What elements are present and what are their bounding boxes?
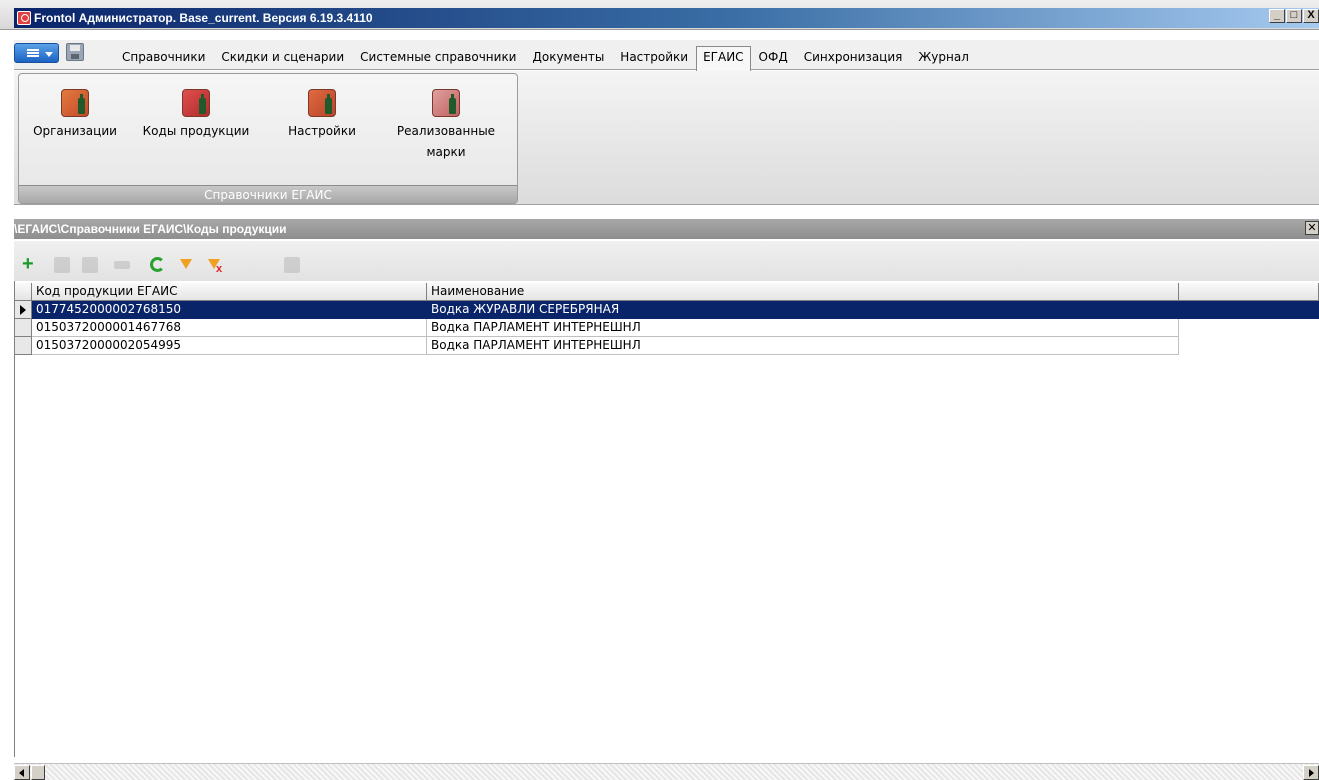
row-indicator bbox=[15, 301, 32, 319]
ribbon-group-egais-directories: Организации Коды продукции Настройки Реа… bbox=[18, 73, 518, 204]
tab-sync[interactable]: Синхронизация bbox=[796, 47, 911, 71]
tab-settings[interactable]: Настройки bbox=[612, 47, 696, 71]
settings-button[interactable]: Настройки bbox=[277, 89, 367, 142]
title-bar: Frontol Администратор. Base_current. Вер… bbox=[0, 0, 1319, 30]
ribbon-tabs: Справочники Скидки и сценарии Системные … bbox=[114, 45, 977, 72]
app-icon bbox=[17, 11, 31, 25]
product-codes-icon bbox=[182, 89, 210, 117]
refresh-icon[interactable] bbox=[150, 257, 165, 272]
ribbon-group-label: Справочники ЕГАИС bbox=[19, 185, 517, 203]
app-menu-button[interactable] bbox=[14, 43, 59, 63]
save-icon[interactable] bbox=[66, 43, 84, 61]
breadcrumb: \ЕГАИС\Справочники ЕГАИС\Коды продукции … bbox=[14, 219, 1319, 239]
organizations-button[interactable]: Организации bbox=[23, 89, 127, 142]
scroll-right-button[interactable] bbox=[1303, 765, 1319, 780]
menu-bar: Справочники Скидки и сценарии Системные … bbox=[14, 40, 1319, 72]
close-panel-button[interactable]: ✕ bbox=[1305, 221, 1319, 235]
scroll-thumb[interactable] bbox=[31, 765, 45, 780]
column-header-name[interactable]: Наименование bbox=[427, 283, 1179, 301]
column-header-code[interactable]: Код продукции ЕГАИС bbox=[32, 283, 427, 301]
row-indicator bbox=[15, 319, 32, 337]
settings-icon bbox=[308, 89, 336, 117]
table-row[interactable]: 0150372000001467768 Водка ПАРЛАМЕНТ ИНТЕ… bbox=[15, 319, 1179, 337]
add-icon[interactable]: + bbox=[22, 254, 38, 274]
tab-discounts[interactable]: Скидки и сценарии bbox=[213, 47, 352, 71]
table-row[interactable]: 0177452000002768150 Водка ЖУРАВЛИ СЕРЕБР… bbox=[15, 301, 1319, 319]
product-codes-grid: Код продукции ЕГАИС Наименование 0177452… bbox=[14, 281, 1319, 757]
close-button[interactable]: X bbox=[1303, 9, 1319, 23]
tab-spravochniki[interactable]: Справочники bbox=[114, 47, 213, 71]
sold-marks-icon bbox=[432, 89, 460, 117]
table-row[interactable]: 0150372000002054995 Водка ПАРЛАМЕНТ ИНТЕ… bbox=[15, 337, 1179, 355]
cell-code[interactable]: 0177452000002768150 bbox=[32, 301, 427, 319]
filter-icon[interactable] bbox=[180, 259, 192, 269]
current-row-icon bbox=[20, 305, 26, 315]
organizations-icon bbox=[61, 89, 89, 117]
scroll-left-button[interactable] bbox=[14, 765, 30, 780]
delete-icon[interactable] bbox=[284, 257, 300, 273]
horizontal-scrollbar[interactable] bbox=[14, 763, 1319, 780]
sold-marks-label-line2: марки bbox=[426, 145, 466, 159]
settings-label: Настройки bbox=[288, 124, 356, 138]
tab-documents[interactable]: Документы bbox=[524, 47, 612, 71]
cell-code[interactable]: 0150372000002054995 bbox=[32, 337, 427, 355]
header-indicator bbox=[15, 283, 32, 301]
row-indicator bbox=[15, 337, 32, 355]
menu-icon bbox=[27, 49, 39, 57]
ribbon: Организации Коды продукции Настройки Реа… bbox=[14, 71, 1319, 205]
arrow-left-icon bbox=[19, 769, 24, 777]
clear-filter-icon[interactable] bbox=[208, 259, 222, 275]
chevron-down-icon bbox=[45, 52, 53, 57]
toolbar: + bbox=[14, 241, 1319, 281]
column-header-empty bbox=[1179, 283, 1319, 301]
cell-name[interactable]: Водка ПАРЛАМЕНТ ИНТЕРНЕШНЛ bbox=[427, 337, 1179, 355]
edit-icon[interactable] bbox=[54, 257, 70, 273]
tab-ofd[interactable]: ОФД bbox=[751, 47, 796, 71]
tab-journal[interactable]: Журнал bbox=[910, 47, 977, 71]
move-icon[interactable] bbox=[114, 261, 130, 269]
copy-icon[interactable] bbox=[82, 257, 98, 273]
window-title-area: Frontol Администратор. Base_current. Вер… bbox=[14, 8, 1319, 28]
breadcrumb-path: \ЕГАИС\Справочники ЕГАИС\Коды продукции bbox=[14, 222, 287, 236]
product-codes-label: Коды продукции bbox=[142, 124, 250, 138]
window-controls: _ □ X bbox=[1269, 9, 1319, 23]
sold-marks-label-line1: Реализованные bbox=[396, 124, 496, 138]
grid-header: Код продукции ЕГАИС Наименование bbox=[15, 283, 1319, 301]
cell-name[interactable]: Водка ЖУРАВЛИ СЕРЕБРЯНАЯ bbox=[427, 301, 1179, 319]
minimize-button[interactable]: _ bbox=[1269, 9, 1285, 23]
organizations-label: Организации bbox=[33, 124, 117, 138]
cell-code[interactable]: 0150372000001467768 bbox=[32, 319, 427, 337]
cell-empty bbox=[1179, 301, 1319, 319]
maximize-button[interactable]: □ bbox=[1286, 9, 1302, 23]
product-codes-button[interactable]: Коды продукции bbox=[131, 89, 261, 142]
tab-egais[interactable]: ЕГАИС bbox=[696, 46, 751, 72]
sold-marks-button[interactable]: Реализованные марки bbox=[381, 89, 511, 163]
cell-name[interactable]: Водка ПАРЛАМЕНТ ИНТЕРНЕШНЛ bbox=[427, 319, 1179, 337]
arrow-right-icon bbox=[1309, 769, 1314, 777]
window-title: Frontol Администратор. Base_current. Вер… bbox=[34, 11, 373, 25]
tab-system-directories[interactable]: Системные справочники bbox=[352, 47, 524, 71]
